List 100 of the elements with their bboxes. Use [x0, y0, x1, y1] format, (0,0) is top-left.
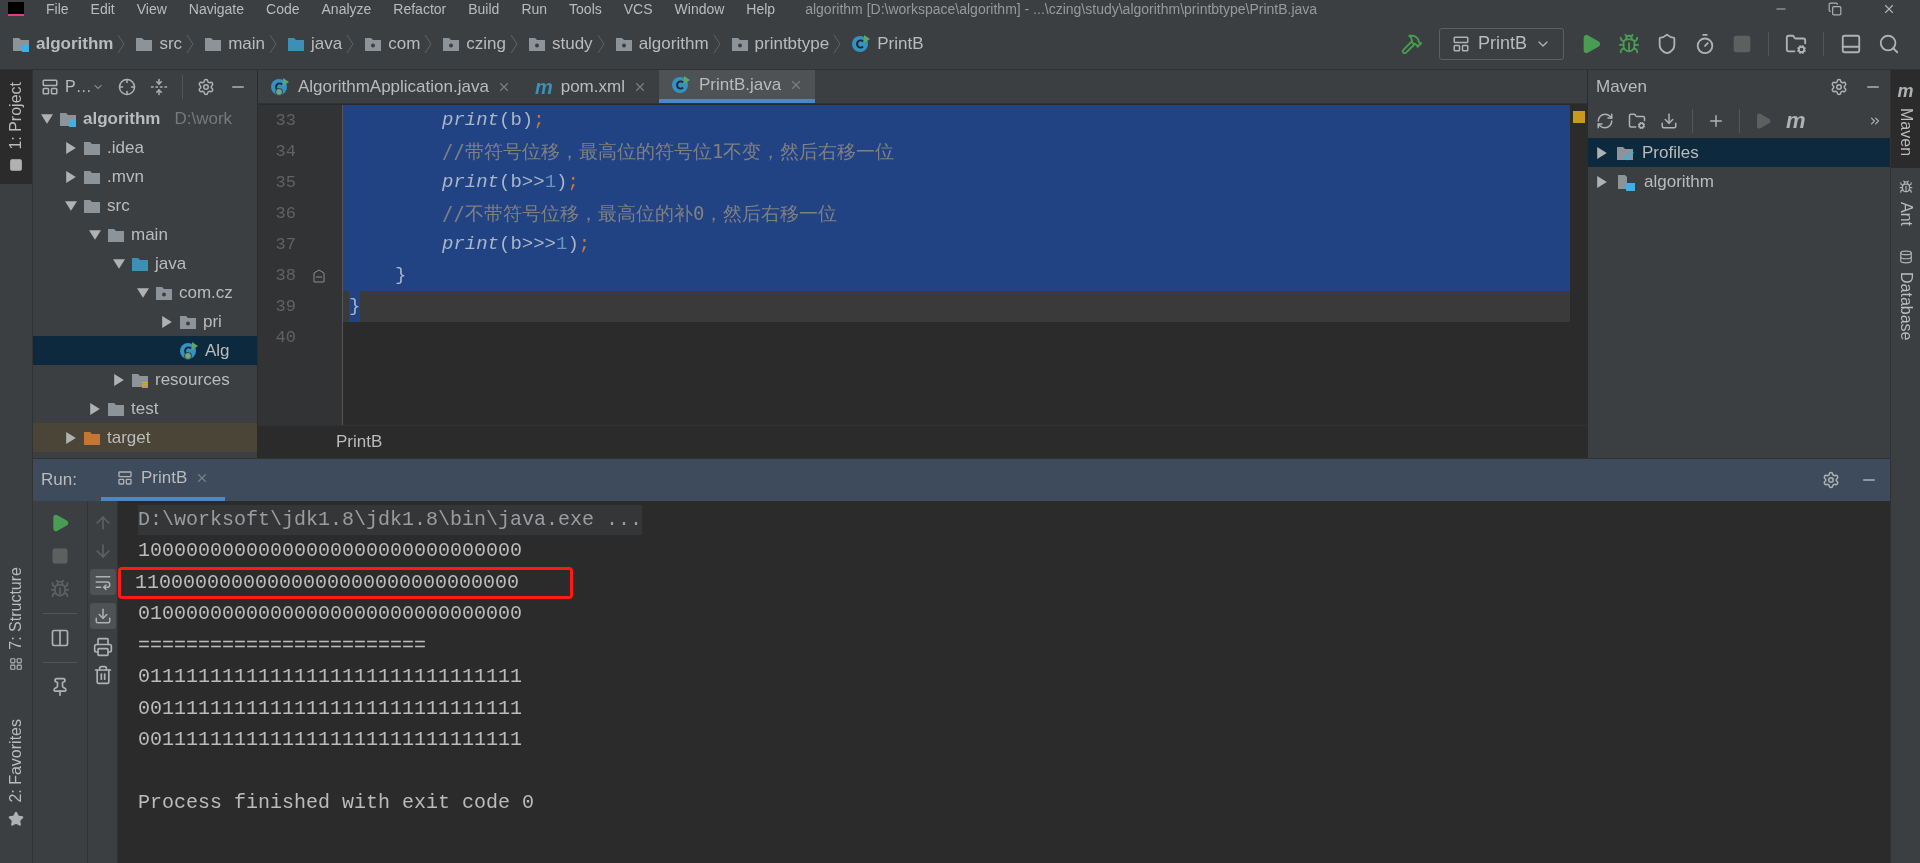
project-structure-icon[interactable]	[1785, 32, 1807, 55]
menu-item[interactable]: Tools	[569, 1, 602, 17]
collapse-caret-icon[interactable]	[65, 199, 77, 212]
breadcrumb-separator-icon	[596, 33, 605, 54]
collapse-caret-icon[interactable]	[113, 257, 125, 270]
menu-item[interactable]: Navigate	[188, 1, 245, 17]
breadcrumb-item[interactable]: printbtype	[754, 30, 830, 57]
tool-window-tab[interactable]: m Maven	[1891, 70, 1920, 169]
collapse-caret-icon[interactable]	[89, 228, 101, 241]
breadcrumb-item[interactable]: algorithm	[638, 30, 709, 57]
collapse-caret-icon[interactable]	[137, 286, 149, 299]
tree-item[interactable]: main	[33, 220, 257, 249]
tree-item[interactable]: algorithm	[1588, 167, 1890, 196]
toggle-button[interactable]	[89, 603, 116, 629]
tool-window-tab[interactable]: 2: Favorites	[0, 707, 32, 839]
menu-item[interactable]: Build	[468, 1, 500, 17]
add-icon[interactable]	[1707, 112, 1725, 130]
menu-item[interactable]: Analyze	[321, 1, 372, 17]
hammer-icon[interactable]	[1400, 32, 1423, 55]
breadcrumb-item[interactable]: java	[311, 30, 343, 57]
tree-item[interactable]: Alg	[33, 336, 257, 365]
collapse-all-icon[interactable]	[149, 78, 168, 96]
expand-caret-icon[interactable]	[89, 402, 101, 415]
breadcrumb-item[interactable]: algorithm	[36, 30, 114, 57]
debug-icon[interactable]	[1618, 32, 1640, 55]
breadcrumb-item[interactable]: czing	[466, 30, 506, 57]
menu-item[interactable]: Refactor	[393, 1, 447, 17]
tree-item[interactable]: target	[33, 423, 257, 452]
print-icon[interactable]	[92, 637, 113, 657]
editor-tab[interactable]: m pom.xml	[522, 70, 659, 103]
view-dropdown[interactable]: P…	[65, 75, 104, 99]
run-configuration-dropdown[interactable]: PrintB	[1438, 27, 1564, 60]
tree-item[interactable]: Profiles	[1588, 138, 1890, 167]
tree-item[interactable]: com.cz	[33, 278, 257, 307]
download-icon[interactable]	[1660, 112, 1678, 130]
close-icon[interactable]	[1882, 2, 1896, 16]
editor-tab[interactable]: PrintB.java	[658, 70, 816, 103]
tree-item[interactable]: .mvn	[33, 162, 257, 191]
shield-icon[interactable]	[1656, 32, 1678, 55]
menu-item[interactable]: Code	[266, 1, 300, 17]
tree-item[interactable]: src	[33, 191, 257, 220]
menu-item[interactable]: VCS	[623, 1, 653, 17]
tree-label: algorithm	[1644, 170, 1714, 193]
breadcrumb-item[interactable]: PrintB	[877, 30, 924, 57]
menu-item[interactable]: Edit	[90, 1, 115, 17]
tool-window-tab[interactable]: 7: Structure	[0, 554, 32, 684]
breadcrumb-item[interactable]: com	[388, 30, 421, 57]
locate-icon[interactable]	[117, 78, 136, 96]
breadcrumb-separator-icon	[346, 33, 355, 54]
reload-icon[interactable]	[1596, 112, 1614, 130]
toggle-button[interactable]	[89, 569, 116, 595]
trash-icon[interactable]	[92, 665, 113, 685]
settings-icon[interactable]	[196, 78, 215, 96]
editor-tab[interactable]: AlgorithmApplication.java	[258, 70, 523, 103]
breadcrumb-item[interactable]: src	[159, 30, 183, 57]
class-icon	[270, 76, 290, 97]
tree-item[interactable]: algorithm D:\work	[33, 104, 257, 133]
tool-window-tab[interactable]: Database	[1891, 238, 1920, 353]
tree-item[interactable]: pri	[33, 307, 257, 336]
tree-label: src	[107, 194, 130, 217]
expand-caret-icon[interactable]	[65, 170, 77, 183]
layout-icon[interactable]	[50, 628, 70, 648]
terminal-icon[interactable]	[1840, 32, 1862, 55]
tool-window-label: 7: Structure	[6, 566, 25, 650]
execute-goal-button[interactable]: m	[1786, 110, 1806, 132]
settings-icon[interactable]	[1822, 471, 1840, 489]
tree-label: com.cz	[179, 281, 233, 304]
breadcrumb-item[interactable]: study	[552, 30, 593, 57]
breadcrumb-item[interactable]: main	[228, 30, 265, 57]
tree-item[interactable]: test	[33, 394, 257, 423]
menu-item[interactable]: File	[46, 1, 69, 17]
menu-item[interactable]: View	[136, 1, 167, 17]
expand-caret-icon[interactable]	[65, 141, 77, 154]
settings-icon[interactable]	[1830, 78, 1848, 96]
expand-caret-icon[interactable]	[161, 315, 173, 328]
fold-marker-icon[interactable]	[313, 268, 325, 283]
menu-item[interactable]: Run	[521, 1, 548, 17]
tree-label: resources	[155, 368, 230, 391]
editor-breadcrumb[interactable]: PrintB	[336, 429, 383, 455]
menu-item[interactable]: Help	[746, 1, 776, 17]
timer-icon[interactable]	[1694, 32, 1716, 55]
collapse-caret-icon[interactable]	[41, 112, 53, 125]
expand-caret-icon[interactable]	[113, 373, 125, 386]
search-icon[interactable]	[1878, 32, 1900, 55]
tool-window-tab[interactable]: 1: Project	[0, 70, 32, 184]
expand-caret-icon[interactable]	[1596, 146, 1608, 159]
rerun-icon[interactable]	[50, 513, 70, 533]
tree-item[interactable]: java	[33, 249, 257, 278]
menu-item[interactable]: Window	[674, 1, 725, 17]
expand-caret-icon[interactable]	[65, 431, 77, 444]
tree-item[interactable]: .idea	[33, 133, 257, 162]
pin-icon[interactable]	[50, 677, 70, 697]
more-icon[interactable]	[1868, 114, 1882, 128]
restore-icon[interactable]	[1828, 2, 1842, 16]
folder-reload-icon[interactable]	[1628, 112, 1646, 130]
tree-label: pri	[203, 310, 222, 333]
expand-caret-icon[interactable]	[1596, 175, 1608, 188]
tree-item[interactable]: resources	[33, 365, 257, 394]
tool-window-tab[interactable]: Ant	[1891, 168, 1920, 239]
warning-marker-icon[interactable]	[1572, 111, 1585, 123]
